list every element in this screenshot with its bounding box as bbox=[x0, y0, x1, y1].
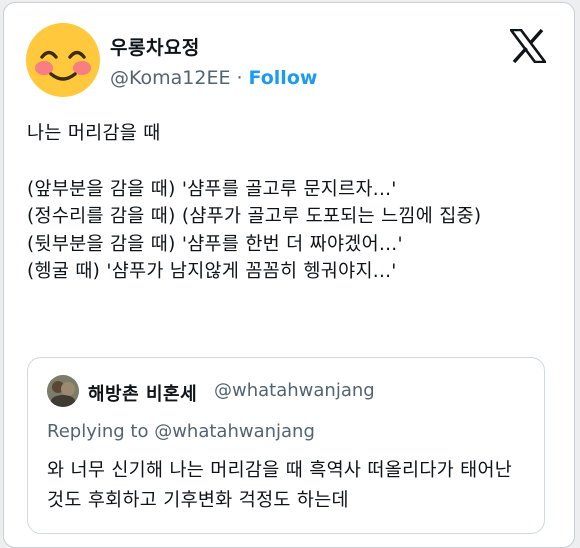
follow-button[interactable]: Follow bbox=[249, 67, 318, 89]
smiling-face-avatar-icon[interactable] bbox=[24, 21, 102, 99]
tweet-line: (헹굴 때) '샴푸가 남지않게 꼼꼼히 헹궈야지...' bbox=[27, 261, 397, 282]
x-logo-icon[interactable] bbox=[510, 29, 546, 63]
line-spacer bbox=[27, 148, 556, 176]
quoted-display-name[interactable]: 해방촌 비혼세 bbox=[88, 380, 197, 406]
quoted-avatar-icon[interactable] bbox=[47, 375, 79, 407]
tweet-line: 나는 머리감을 때 bbox=[27, 123, 161, 144]
tweet-card[interactable]: 우롱차요정 @Koma12EE · Follow 나는 머리감을 때 (앞부분을 감… bbox=[3, 2, 575, 548]
author-handle[interactable]: @Koma12EE bbox=[110, 67, 230, 89]
tweet-line: (뒷부분을 감을 때) '샴푸를 한번 더 짜야겠어...' bbox=[27, 233, 403, 255]
tweet-text: 나는 머리감을 때 (앞부분을 감을 때) '샴푸를 골고루 문지르자...' … bbox=[27, 120, 556, 286]
tweet-line: (앞부분을 감을 때) '샴푸를 골고루 문지르자...' bbox=[27, 178, 397, 200]
separator-dot: · bbox=[236, 67, 243, 89]
tweet-line: (정수리를 감을 때) (샴푸가 골고루 도포되는 느낌에 집중) bbox=[27, 206, 482, 227]
quoted-text: 와 너무 신기해 나는 머리감을 때 흑역사 떠올리다가 태어난 것도 후회하고… bbox=[47, 460, 513, 511]
replying-to-label: Replying to @whatahwanjang bbox=[47, 421, 315, 442]
quoted-body: 와 너무 신기해 나는 머리감을 때 흑역사 떠올리다가 태어난 것도 후회하고… bbox=[47, 456, 530, 516]
author-display-name[interactable]: 우롱차요정 bbox=[110, 33, 200, 60]
quoted-tweet[interactable]: 해방촌 비혼세 @whatahwanjang Replying to @what… bbox=[27, 357, 545, 534]
quoted-handle[interactable]: @whatahwanjang bbox=[214, 380, 375, 401]
author-handle-row: @Koma12EE · Follow bbox=[110, 67, 317, 89]
